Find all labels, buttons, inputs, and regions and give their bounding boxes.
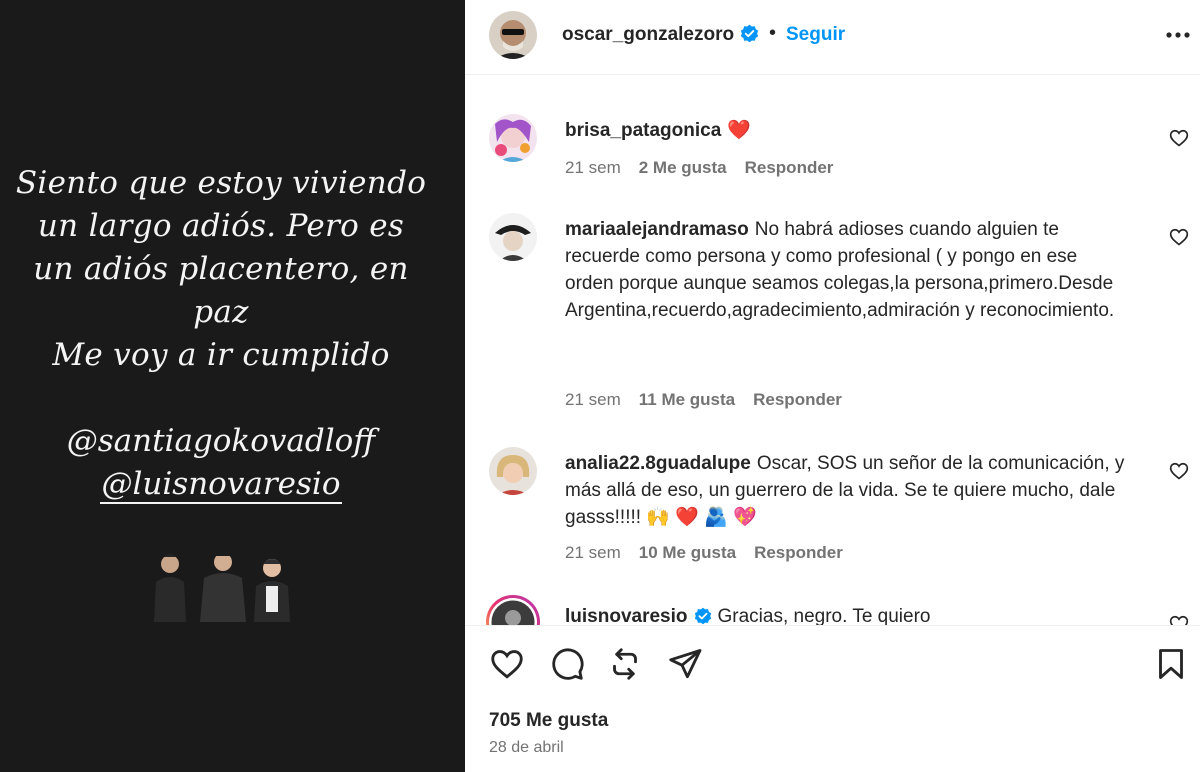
comment-text: brisa_patagonica ❤️ — [565, 117, 1125, 144]
story-line: Siento que estoy viviendo — [15, 165, 427, 201]
comment-like-heart-icon[interactable] — [1169, 227, 1189, 247]
comment-meta: 21 sem 11 Me gusta Responder — [565, 390, 860, 410]
comment-bubble-icon[interactable] — [549, 646, 585, 682]
post-date[interactable]: 28 de abril — [489, 739, 564, 757]
share-paper-plane-icon[interactable] — [667, 646, 703, 682]
comment-like-heart-icon[interactable] — [1169, 128, 1189, 148]
story-line: un largo adiós. Pero es — [37, 208, 405, 244]
comment-username-text[interactable]: luisnovaresio — [565, 606, 688, 625]
comments-list[interactable]: brisa_patagonica ❤️ 21 sem 2 Me gusta Respo… — [465, 76, 1200, 626]
comment-likes[interactable]: 11 Me gusta — [639, 390, 735, 409]
post-details-panel: oscar_gonzalezoro • Seguir brisa_patagon… — [465, 0, 1200, 772]
comment-username[interactable]: mariaalejandramaso — [565, 219, 749, 240]
group-photo-image — [148, 542, 298, 622]
repost-icon[interactable] — [607, 646, 643, 682]
story-line: paz — [193, 294, 249, 330]
comment-time[interactable]: 21 sem — [565, 543, 621, 562]
comment-likes[interactable]: 2 Me gusta — [639, 158, 727, 177]
commenter-avatar[interactable] — [489, 213, 537, 261]
comment-like-heart-icon[interactable] — [1169, 461, 1189, 481]
verified-badge-icon — [740, 24, 759, 43]
follow-button[interactable]: Seguir — [786, 24, 845, 46]
comment-text: luisnovaresio Gracias, negro. Te quiero — [565, 603, 1125, 626]
comment-content: ❤️ — [727, 120, 751, 141]
comment-username[interactable]: luisnovaresio — [565, 606, 712, 625]
story-mention-underlined: @luisnovaresio — [99, 466, 343, 504]
comment-likes[interactable]: 10 Me gusta — [639, 543, 736, 562]
like-heart-icon[interactable] — [489, 646, 525, 682]
author-avatar[interactable] — [489, 11, 537, 59]
save-bookmark-icon[interactable] — [1153, 646, 1189, 682]
post-header: oscar_gonzalezoro • Seguir — [465, 0, 1200, 75]
reply-button[interactable]: Responder — [745, 158, 834, 177]
comment-username[interactable]: analia22.8guadalupe — [565, 453, 751, 474]
comment-username[interactable]: brisa_patagonica — [565, 120, 721, 141]
story-line: un adiós placentero, en — [33, 251, 409, 287]
comment-like-heart-icon[interactable] — [1169, 614, 1189, 626]
comment-time[interactable]: 21 sem — [565, 158, 621, 177]
post-action-bar — [465, 642, 1200, 690]
commenter-avatar[interactable] — [489, 114, 537, 162]
author-username-text[interactable]: oscar_gonzalezoro — [562, 24, 734, 45]
story-text: Siento que estoy viviendo un largo adiós… — [0, 162, 442, 377]
reply-button[interactable]: Responder — [753, 390, 842, 409]
comment-text: analia22.8guadalupe Oscar, SOS un señor d… — [565, 450, 1125, 531]
post-media[interactable]: Siento que estoy viviendo un largo adiós… — [0, 0, 465, 772]
comment-text: mariaalejandramaso No habrá adioses cuand… — [565, 216, 1125, 324]
commenter-avatar-story-ring[interactable] — [485, 594, 541, 626]
comment-content: Gracias, negro. Te quiero — [717, 606, 931, 626]
verified-badge-icon — [694, 607, 711, 625]
separator-dot: • — [769, 22, 777, 44]
post-likes-count[interactable]: 705 Me gusta — [489, 710, 608, 732]
author-username[interactable]: oscar_gonzalezoro — [562, 24, 759, 46]
commenter-avatar[interactable] — [489, 447, 537, 495]
more-options-icon[interactable] — [1165, 30, 1191, 40]
comment-meta: 21 sem 2 Me gusta Responder — [565, 158, 851, 178]
story-line: Me voy a ir cumplido — [52, 337, 390, 373]
comment-time[interactable]: 21 sem — [565, 390, 621, 409]
comment-meta: 21 sem 10 Me gusta Responder — [565, 543, 861, 563]
story-mentions: @santiagokovadloff @luisnovaresio — [0, 420, 442, 506]
story-mention: @santiagokovadloff — [66, 423, 376, 459]
reply-button[interactable]: Responder — [754, 543, 843, 562]
